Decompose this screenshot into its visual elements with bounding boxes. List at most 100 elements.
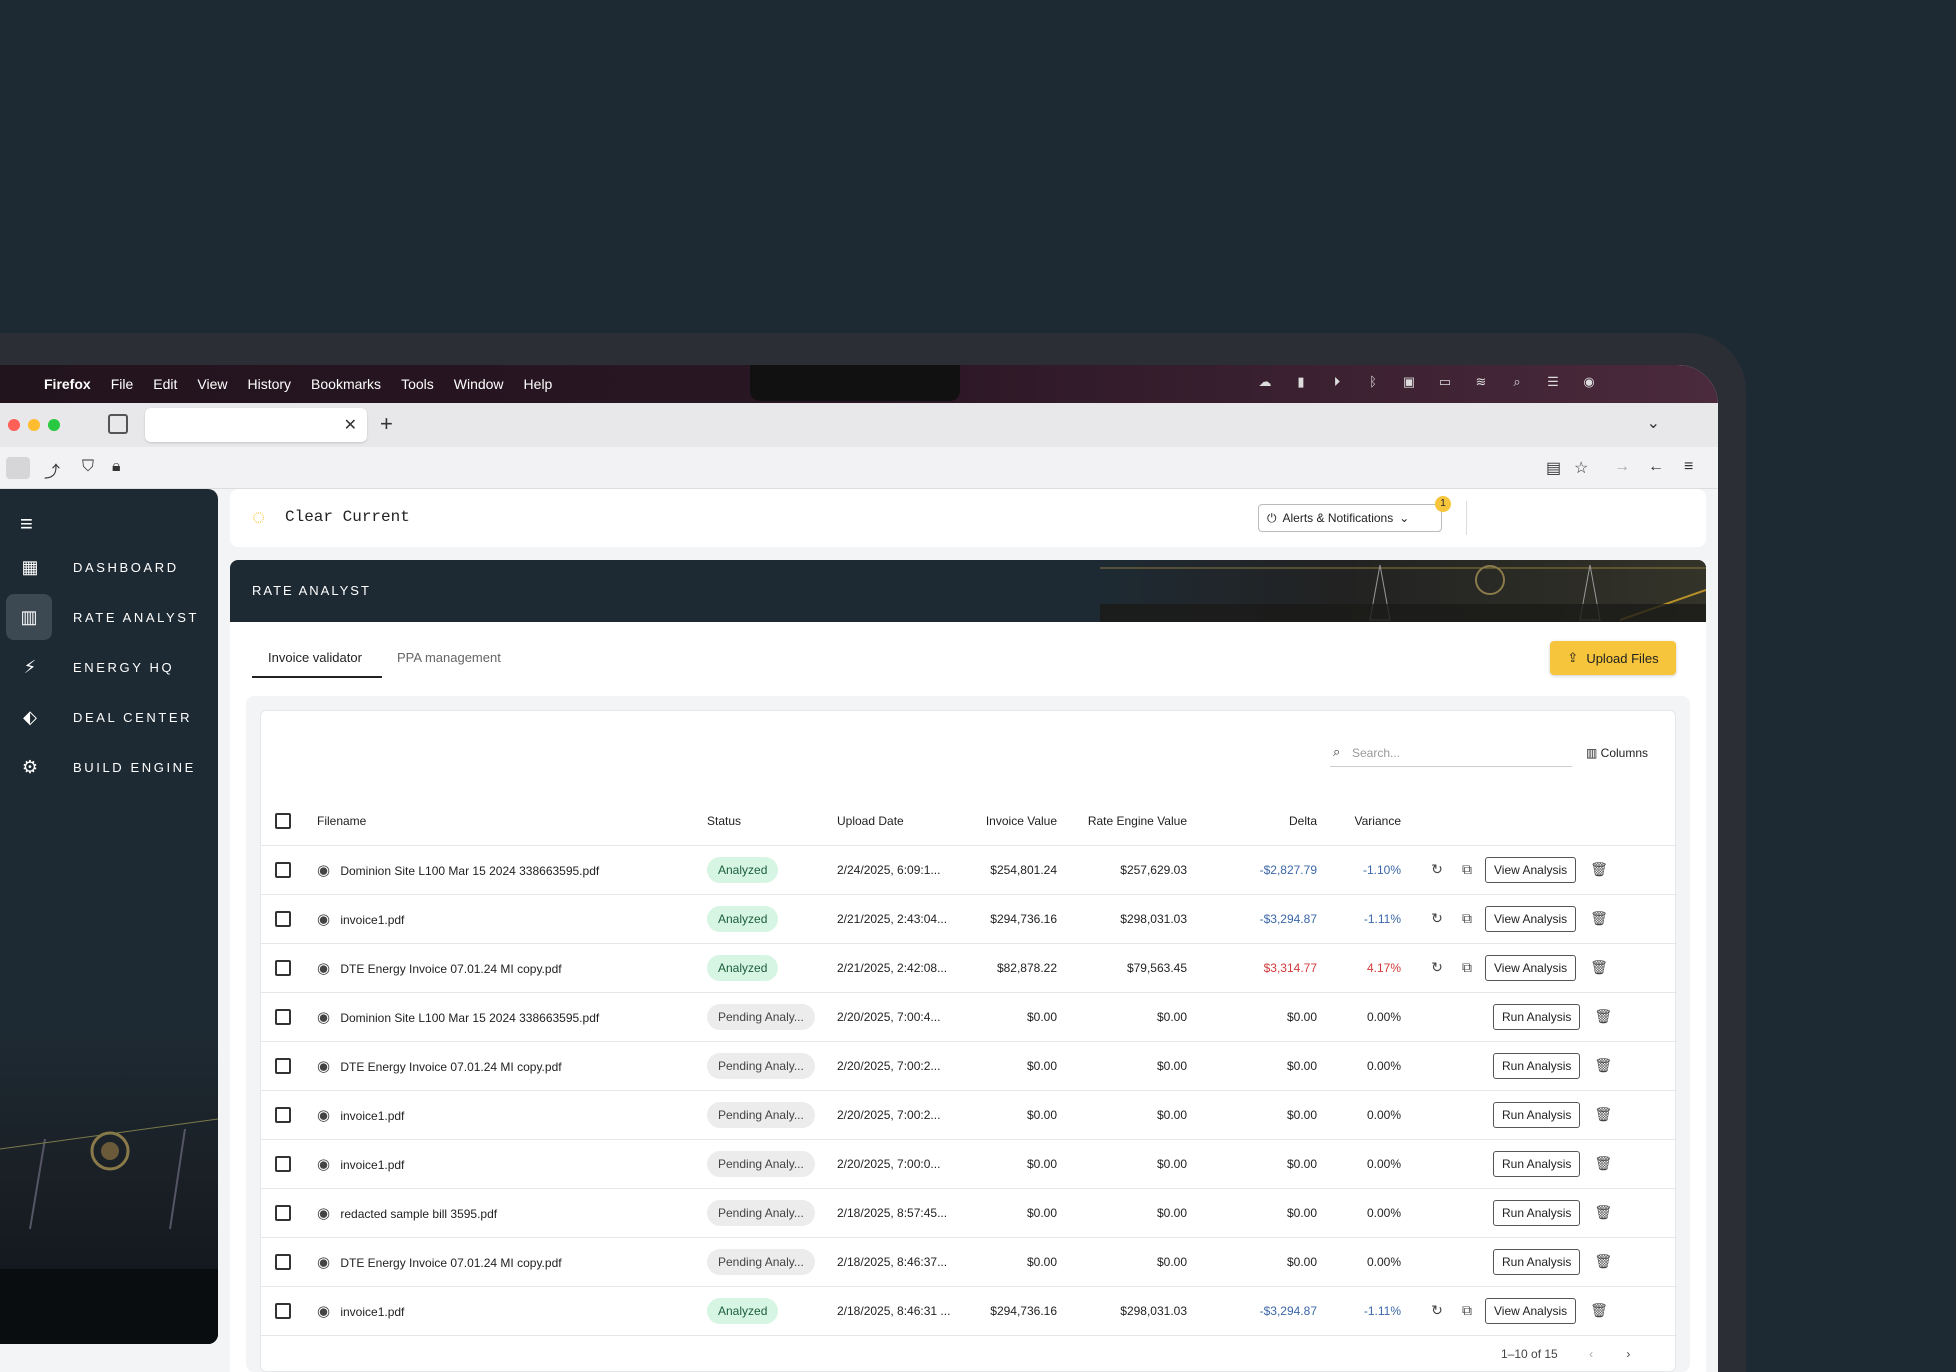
- shield-icon[interactable]: ⛉: [82, 458, 94, 476]
- filename[interactable]: redacted sample bill 3595.pdf: [340, 1207, 497, 1221]
- run-analysis-button[interactable]: Run Analysis: [1493, 1101, 1581, 1128]
- table-row[interactable]: ◉ DTE Energy Invoice 07.01.24 MI copy.pd…: [261, 1041, 1677, 1091]
- filename[interactable]: DTE Energy Invoice 07.01.24 MI copy.pdf: [340, 962, 561, 976]
- bag-icon[interactable]: ▮: [1292, 373, 1310, 391]
- eye-icon[interactable]: ◉: [317, 1057, 337, 1075]
- row-checkbox[interactable]: [275, 861, 291, 878]
- refresh-icon[interactable]: ↻: [1429, 1302, 1445, 1319]
- filename[interactable]: DTE Energy Invoice 07.01.24 MI copy.pdf: [340, 1256, 561, 1270]
- col-invoice-value[interactable]: Invoice Value: [961, 797, 1057, 846]
- row-checkbox[interactable]: [275, 959, 291, 976]
- col-filename[interactable]: Filename: [317, 797, 707, 846]
- alerts-dropdown[interactable]: ⏻ Alerts & Notifications ⌄: [1258, 504, 1442, 532]
- close-window-button[interactable]: [8, 419, 20, 431]
- menu-bookmarks[interactable]: Bookmarks: [311, 376, 381, 392]
- search-input[interactable]: Search...: [1330, 741, 1572, 767]
- back-arrow-icon[interactable]: ←: [1648, 458, 1664, 476]
- eye-icon[interactable]: ◉: [317, 1204, 337, 1222]
- row-checkbox[interactable]: [275, 1057, 291, 1074]
- table-row[interactable]: ◉ DTE Energy Invoice 07.01.24 MI copy.pd…: [261, 1237, 1677, 1287]
- col-upload-date[interactable]: Upload Date: [837, 797, 961, 846]
- upload-files-button[interactable]: ⇪ Upload Files: [1550, 641, 1676, 675]
- filename[interactable]: invoice1.pdf: [340, 1305, 404, 1319]
- extension-icon[interactable]: ⤴: [44, 458, 60, 482]
- table-row[interactable]: ◉ invoice1.pdf Pending Analy... 2/20/2025,…: [261, 1139, 1677, 1189]
- menu-edit[interactable]: Edit: [153, 376, 177, 392]
- menu-history[interactable]: History: [247, 376, 291, 392]
- menu-firefox[interactable]: Firefox: [44, 376, 91, 392]
- view-analysis-button[interactable]: View Analysis: [1485, 1297, 1577, 1324]
- next-page-icon[interactable]: ›: [1626, 1347, 1630, 1361]
- apple-icon[interactable]: [12, 375, 30, 393]
- run-analysis-button[interactable]: Run Analysis: [1493, 1248, 1581, 1275]
- trash-icon[interactable]: 🗑︎: [1590, 910, 1608, 927]
- trash-icon[interactable]: 🗑︎: [1594, 1155, 1612, 1172]
- table-row[interactable]: ◉ invoice1.pdf Pending Analy... 2/20/2025,…: [261, 1090, 1677, 1140]
- sidebar-item-build-engine[interactable]: ⚙︎ BUILD ENGINE: [0, 743, 218, 791]
- tab-list-icon[interactable]: [108, 414, 128, 434]
- filename[interactable]: invoice1.pdf: [340, 1158, 404, 1172]
- trash-icon[interactable]: 🗑︎: [1594, 1204, 1612, 1221]
- row-checkbox[interactable]: [275, 1204, 291, 1221]
- sidebar-toggle-icon[interactable]: [6, 457, 30, 479]
- chevron-down-icon[interactable]: ⌄: [1647, 413, 1660, 433]
- trash-icon[interactable]: 🗑︎: [1594, 1057, 1612, 1074]
- table-row[interactable]: ◉ redacted sample bill 3595.pdf Pending A…: [261, 1188, 1677, 1238]
- siri-icon[interactable]: ◉: [1580, 373, 1598, 391]
- eye-icon[interactable]: ◉: [317, 910, 337, 928]
- filename[interactable]: invoice1.pdf: [340, 913, 404, 927]
- row-checkbox[interactable]: [275, 1106, 291, 1123]
- filename[interactable]: DTE Energy Invoice 07.01.24 MI copy.pdf: [340, 1060, 561, 1074]
- new-tab-icon[interactable]: +: [380, 411, 393, 437]
- sidebar-item-energy-hq[interactable]: ⚡︎ ENERGY HQ: [0, 643, 218, 691]
- maximize-window-button[interactable]: [48, 419, 60, 431]
- minimize-window-button[interactable]: [28, 419, 40, 431]
- trash-icon[interactable]: 🗑︎: [1594, 1106, 1612, 1123]
- refresh-icon[interactable]: ↻: [1429, 910, 1445, 927]
- run-analysis-button[interactable]: Run Analysis: [1493, 1150, 1581, 1177]
- eye-icon[interactable]: ◉: [317, 1106, 337, 1124]
- table-row[interactable]: ◉ DTE Energy Invoice 07.01.24 MI copy.pd…: [261, 943, 1677, 993]
- row-checkbox[interactable]: [275, 1253, 291, 1270]
- view-analysis-button[interactable]: View Analysis: [1485, 905, 1577, 932]
- control-center-icon[interactable]: ☰: [1544, 373, 1562, 391]
- forward-arrow-icon[interactable]: →: [1614, 458, 1630, 476]
- open-external-icon[interactable]: ⧉: [1459, 1302, 1475, 1319]
- row-checkbox[interactable]: [275, 1302, 291, 1319]
- select-all-checkbox[interactable]: [275, 812, 291, 829]
- eye-icon[interactable]: ◉: [317, 1008, 337, 1026]
- table-row[interactable]: ◉ Dominion Site L100 Mar 15 2024 3386635…: [261, 992, 1677, 1042]
- col-variance[interactable]: Variance: [1317, 797, 1401, 846]
- menu-tools[interactable]: Tools: [401, 376, 434, 392]
- columns-button[interactable]: ▥ Columns: [1586, 746, 1648, 760]
- row-checkbox[interactable]: [275, 1155, 291, 1172]
- filename[interactable]: Dominion Site L100 Mar 15 2024 338663595…: [340, 864, 599, 878]
- eye-icon[interactable]: ◉: [317, 1302, 337, 1320]
- reader-mode-icon[interactable]: ▤: [1546, 458, 1561, 478]
- trash-icon[interactable]: 🗑︎: [1594, 1253, 1612, 1270]
- eye-icon[interactable]: ◉: [317, 1155, 337, 1173]
- lock-icon[interactable]: 🔒︎: [112, 458, 121, 476]
- col-status[interactable]: Status: [707, 797, 837, 846]
- row-checkbox[interactable]: [275, 910, 291, 927]
- keyboard-layout-icon[interactable]: ▣: [1400, 373, 1418, 391]
- open-external-icon[interactable]: ⧉: [1459, 910, 1475, 927]
- menu-file[interactable]: File: [111, 376, 134, 392]
- col-rate-engine-value[interactable]: Rate Engine Value: [1057, 797, 1187, 846]
- filename[interactable]: Dominion Site L100 Mar 15 2024 338663595…: [340, 1011, 599, 1025]
- run-analysis-button[interactable]: Run Analysis: [1493, 1199, 1581, 1226]
- col-delta[interactable]: Delta: [1187, 797, 1317, 846]
- browser-tab[interactable]: ✕: [145, 408, 367, 442]
- table-row[interactable]: ◉ Dominion Site L100 Mar 15 2024 3386635…: [261, 845, 1677, 895]
- eye-icon[interactable]: ◉: [317, 959, 337, 977]
- open-external-icon[interactable]: ⧉: [1459, 959, 1475, 976]
- trash-icon[interactable]: 🗑︎: [1590, 1302, 1608, 1319]
- table-row[interactable]: ◉ invoice1.pdf Analyzed 2/21/2025, 2:43:04…: [261, 894, 1677, 944]
- refresh-icon[interactable]: ↻: [1429, 959, 1445, 976]
- play-icon[interactable]: ⏵: [1328, 373, 1346, 391]
- open-external-icon[interactable]: ⧉: [1459, 861, 1475, 878]
- view-analysis-button[interactable]: View Analysis: [1485, 856, 1577, 883]
- view-analysis-button[interactable]: View Analysis: [1485, 954, 1577, 981]
- cloud-icon[interactable]: ☁: [1256, 373, 1274, 391]
- sidebar-item-deal-center[interactable]: ⬖ DEAL CENTER: [0, 693, 218, 741]
